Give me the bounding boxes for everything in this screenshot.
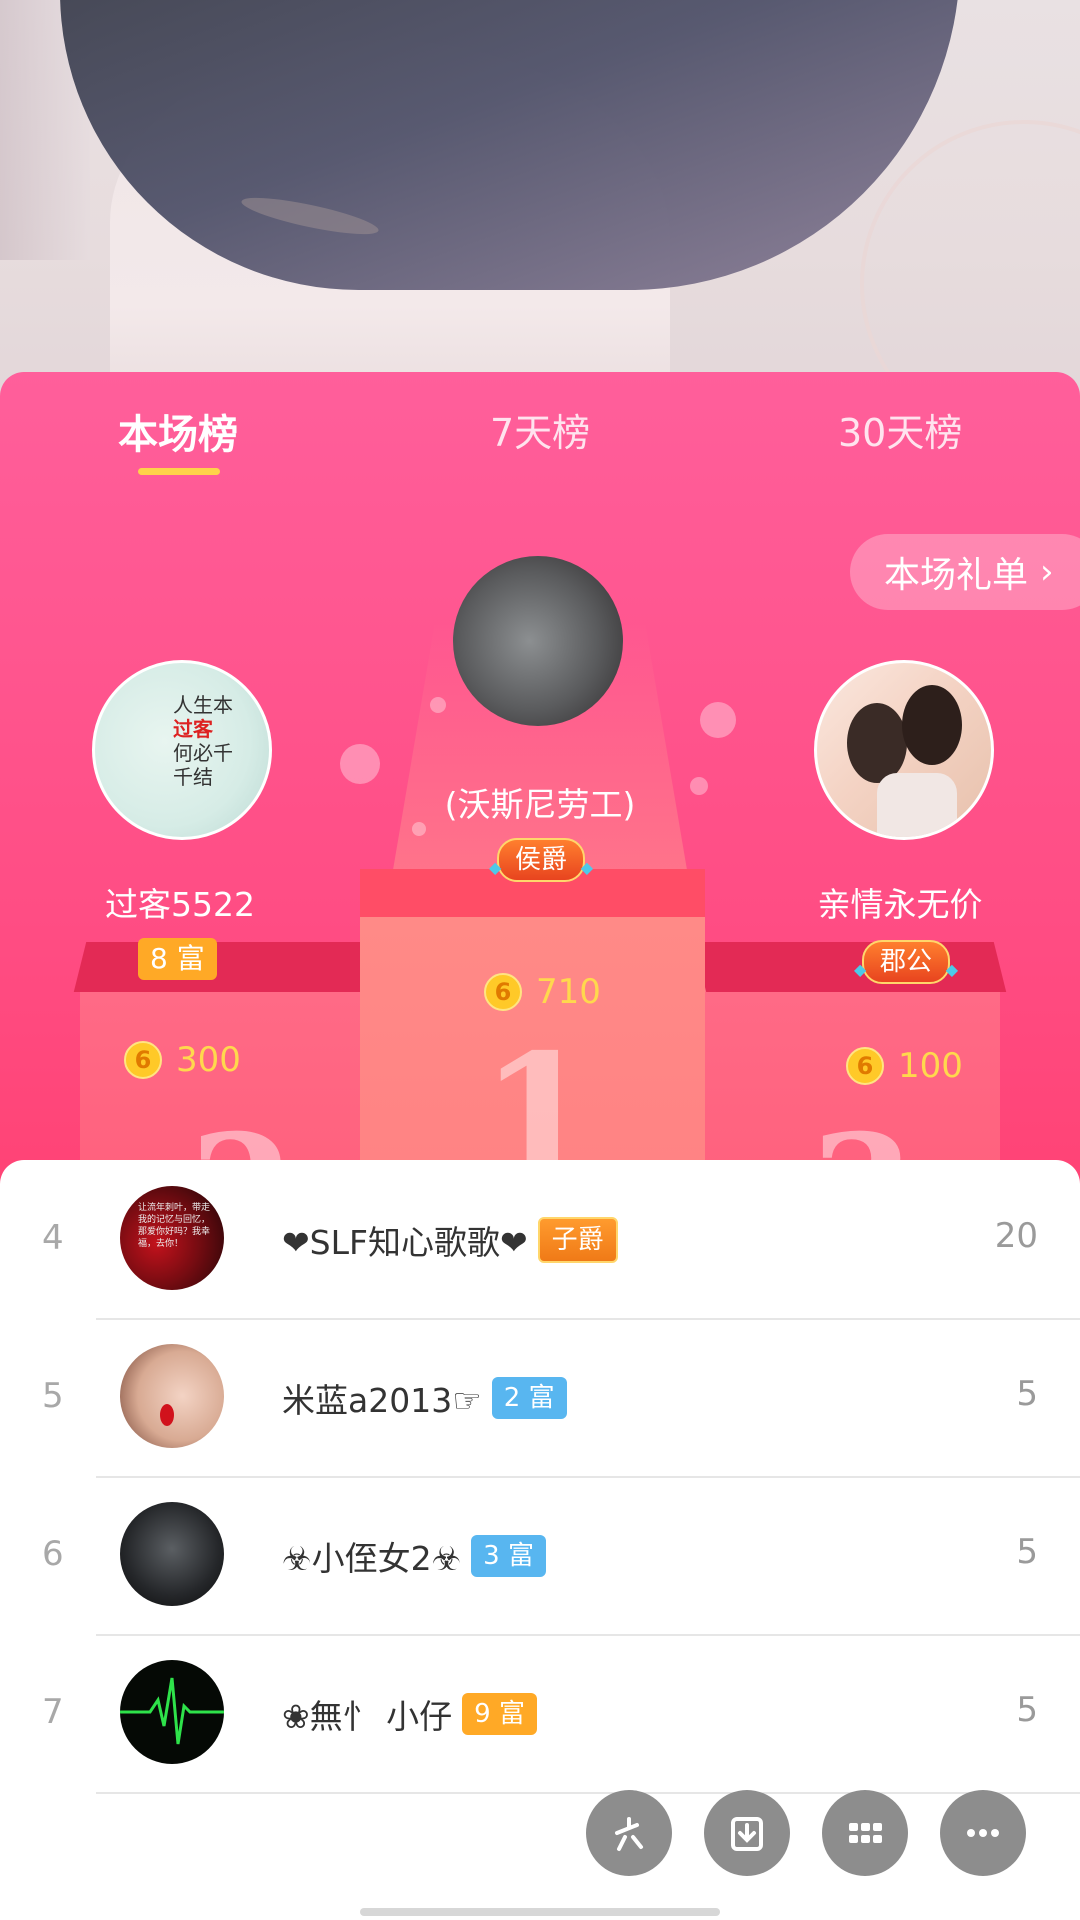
grid-icon bbox=[849, 1823, 882, 1843]
noble-badge: 子爵 bbox=[537, 1217, 618, 1263]
rank-number: 4 bbox=[42, 1218, 64, 1258]
list-item[interactable]: 4 让流年刺叶，带走我的记忆与回忆，那爱你好吗？我幸福，去你！ ❤SLF知心歌歌… bbox=[0, 1160, 1080, 1318]
user-name[interactable]: 米蓝a2013☞ 2 富 bbox=[282, 1374, 567, 1422]
user-name[interactable]: ❤SLF知心歌歌❤ 子爵 bbox=[282, 1216, 618, 1264]
list-item[interactable]: 7 ❀無忄 小仔 9 富 5 bbox=[0, 1634, 1080, 1792]
tab-this-show[interactable]: 本场榜 bbox=[118, 402, 238, 460]
score: 5 bbox=[1016, 1532, 1038, 1572]
share-button[interactable] bbox=[586, 1790, 672, 1876]
home-indicator[interactable] bbox=[360, 1908, 720, 1916]
score-value-rank-1: 710 bbox=[536, 972, 601, 1012]
divider bbox=[96, 1792, 1080, 1794]
rich-badge: 9 富 bbox=[462, 1693, 537, 1735]
name-rank-1[interactable]: (沃斯尼劳工) bbox=[380, 778, 700, 826]
avatar-rank-2[interactable]: 人生本 过客 何必千千结 bbox=[92, 660, 272, 840]
chevron-right-icon: › bbox=[1040, 552, 1054, 592]
score: 5 bbox=[1016, 1374, 1038, 1414]
noble-badge-rank-1: 侯爵 bbox=[489, 838, 593, 888]
noble-badge-rank-3: 郡公 bbox=[854, 940, 958, 990]
score-rank-2: 6 300 bbox=[124, 1040, 241, 1080]
avatar-text: 让流年刺叶，带走我的记忆与回忆，那爱你好吗？我幸福，去你！ bbox=[138, 1203, 211, 1249]
avatar-rank-3[interactable] bbox=[814, 660, 994, 840]
avatar[interactable] bbox=[120, 1660, 224, 1764]
decor-bubble bbox=[700, 702, 736, 738]
avatar[interactable]: 让流年刺叶，带走我的记忆与回忆，那爱你好吗？我幸福，去你！ bbox=[120, 1186, 224, 1290]
score-value-rank-3: 100 bbox=[898, 1046, 963, 1086]
decor-bubble bbox=[430, 697, 446, 713]
gift-list-label: 本场礼单 bbox=[884, 555, 1029, 596]
grid-button[interactable] bbox=[822, 1790, 908, 1876]
list-item[interactable]: 6 ☣小侄女2☣ 3 富 5 bbox=[0, 1476, 1080, 1634]
user-name[interactable]: ☣小侄女2☣ 3 富 bbox=[282, 1532, 546, 1580]
coin-icon: 6 bbox=[846, 1047, 884, 1085]
coin-icon: 6 bbox=[124, 1041, 162, 1079]
avatar-rank-1[interactable] bbox=[453, 556, 623, 726]
ranking-tabs: 本场榜 7天榜 30天榜 bbox=[0, 372, 1080, 482]
rich-badge: 2 富 bbox=[491, 1377, 567, 1419]
rich-badge: 3 富 bbox=[471, 1535, 546, 1577]
tab-30-days[interactable]: 30天榜 bbox=[838, 402, 962, 457]
heartbeat-icon bbox=[120, 1677, 224, 1745]
score-rank-1: 6 710 bbox=[484, 972, 601, 1012]
name-rank-2[interactable]: 过客5522 bbox=[70, 878, 290, 926]
coin-icon: 6 bbox=[484, 973, 522, 1011]
rank-number: 5 bbox=[42, 1376, 64, 1416]
score-rank-3: 6 100 bbox=[846, 1046, 963, 1086]
decor-bubble bbox=[340, 744, 380, 784]
more-button[interactable] bbox=[940, 1790, 1026, 1876]
score: 5 bbox=[1016, 1690, 1038, 1730]
name-rank-3[interactable]: 亲情永无价 bbox=[790, 878, 1010, 926]
tab-7-days[interactable]: 7天榜 bbox=[490, 402, 590, 457]
rank-number: 7 bbox=[42, 1692, 64, 1732]
active-tab-underline bbox=[138, 468, 220, 475]
avatar-book-text: 人生本 过客 何必千千结 bbox=[173, 693, 233, 789]
avatar[interactable] bbox=[120, 1344, 224, 1448]
download-button[interactable] bbox=[704, 1790, 790, 1876]
share-icon bbox=[615, 1817, 643, 1851]
ranking-list: 4 让流年刺叶，带走我的记忆与回忆，那爱你好吗？我幸福，去你！ ❤SLF知心歌歌… bbox=[0, 1160, 1080, 1920]
score-value-rank-2: 300 bbox=[176, 1040, 241, 1080]
stream-video-background bbox=[0, 0, 1080, 420]
more-icon bbox=[967, 1829, 999, 1837]
list-item[interactable]: 5 米蓝a2013☞ 2 富 5 bbox=[0, 1318, 1080, 1476]
gift-list-button[interactable]: 本场礼单 › bbox=[850, 534, 1080, 610]
rich-badge-rank-2: 8 富 bbox=[138, 938, 217, 980]
user-name[interactable]: ❀無忄 小仔 9 富 bbox=[282, 1690, 537, 1738]
rank-number: 6 bbox=[42, 1534, 64, 1574]
avatar[interactable] bbox=[120, 1502, 224, 1606]
download-icon bbox=[731, 1817, 763, 1851]
score: 20 bbox=[994, 1216, 1038, 1256]
